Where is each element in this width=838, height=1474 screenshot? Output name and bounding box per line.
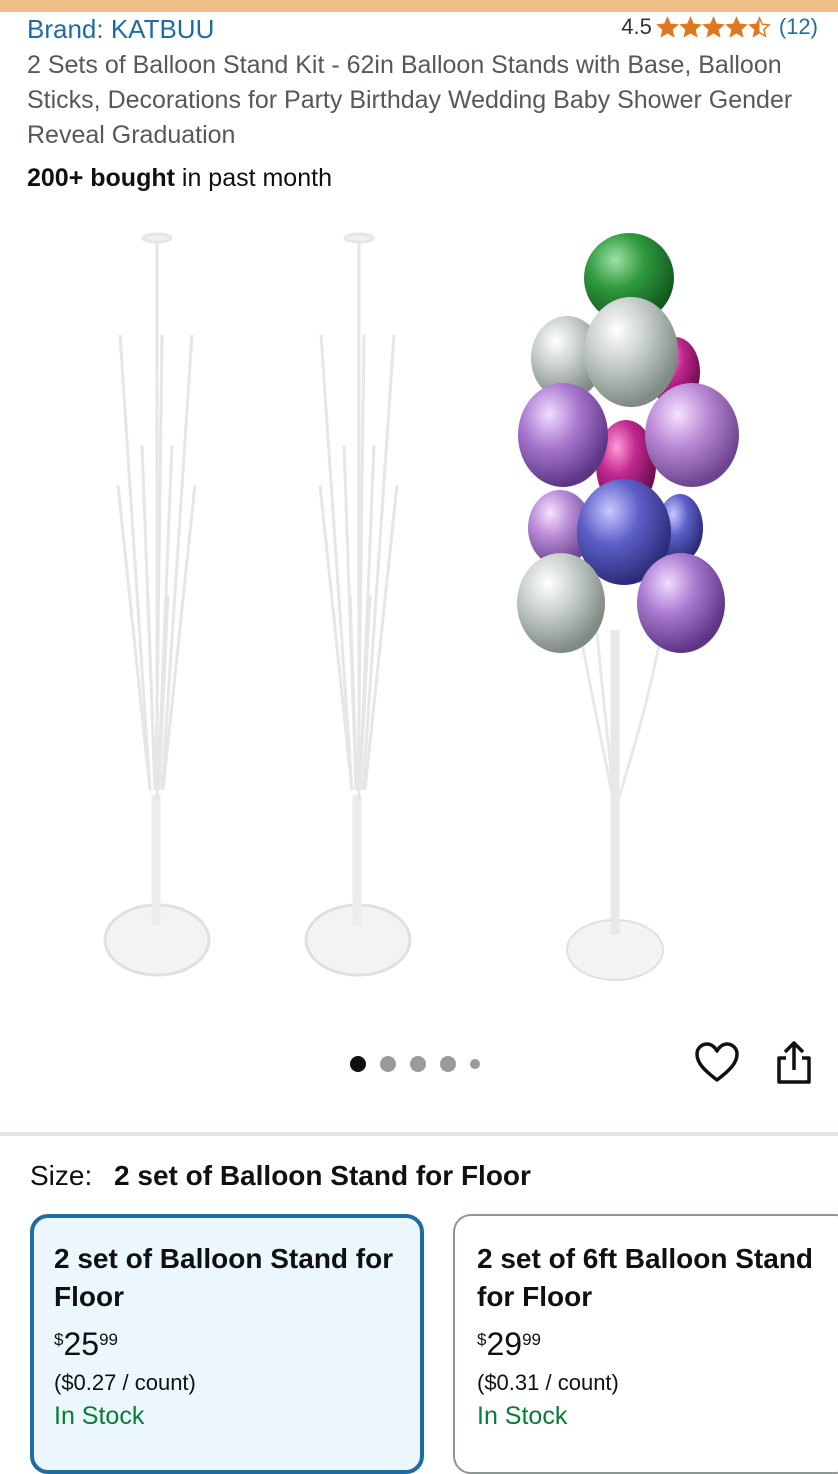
price-fraction: 99	[522, 1330, 541, 1349]
share-icon[interactable]	[772, 1040, 816, 1086]
star-icon	[725, 15, 748, 38]
bought-count-rest: in past month	[174, 164, 332, 192]
balloon-stand-2	[304, 232, 412, 977]
option-name: 2 set of Balloon Stand for Floor	[54, 1243, 394, 1312]
unit-price: ($0.27 / count)	[54, 1370, 196, 1395]
star-icon	[656, 15, 679, 38]
option-name: 2 set of 6ft Balloon Stand for Floor	[477, 1243, 814, 1312]
selected-size: 2 set of Balloon Stand for Floor	[114, 1160, 531, 1191]
stock-status: In Stock	[54, 1402, 145, 1430]
product-title: 2 Sets of Balloon Stand Kit - 62in Ballo…	[27, 51, 793, 149]
carousel-dot[interactable]	[440, 1056, 456, 1072]
option-price: $ 25 99	[54, 1326, 400, 1362]
carousel-dot[interactable]	[350, 1056, 366, 1072]
size-option-2-set-balloon-stand[interactable]: 2 set of Balloon Stand for Floor $ 25 99…	[30, 1214, 424, 1474]
image-carousel-dots[interactable]	[350, 1056, 480, 1072]
size-selector-header: Size: 2 set of Balloon Stand for Floor	[30, 1160, 531, 1192]
rating-count[interactable]: (12)	[779, 14, 818, 40]
price-currency: $	[477, 1330, 487, 1349]
carousel-dot[interactable]	[410, 1056, 426, 1072]
top-accent-bar	[0, 0, 838, 12]
brand-link[interactable]: Brand: KATBUU	[27, 14, 214, 45]
rating-summary[interactable]: 4.5 (12)	[621, 14, 818, 40]
option-price: $ 29 99	[477, 1326, 829, 1362]
heart-icon[interactable]	[694, 1040, 740, 1086]
balloon-bouquet	[517, 233, 739, 981]
bought-count-bold: 200+ bought	[27, 164, 175, 192]
section-divider	[0, 1132, 838, 1136]
price-whole: 29	[486, 1326, 523, 1362]
price-currency: $	[54, 1330, 64, 1349]
price-fraction: 99	[99, 1330, 118, 1349]
star-icon	[679, 15, 702, 38]
carousel-dot[interactable]	[380, 1056, 396, 1072]
size-label: Size:	[30, 1160, 93, 1191]
product-image[interactable]	[0, 210, 838, 1030]
bought-count: 200+ bought in past month	[27, 164, 332, 193]
unit-price: ($0.31 / count)	[477, 1370, 619, 1395]
star-rating-icon	[656, 15, 771, 39]
rating-value: 4.5	[621, 14, 652, 39]
balloon-stand-1	[103, 232, 211, 977]
star-icon	[702, 15, 725, 38]
star-icon	[748, 15, 771, 38]
price-whole: 25	[63, 1326, 100, 1362]
carousel-dot[interactable]	[470, 1059, 480, 1069]
size-option-2-set-6ft-balloon-stand[interactable]: 2 set of 6ft Balloon Stand for Floor $ 2…	[453, 1214, 838, 1474]
stock-status: In Stock	[477, 1402, 568, 1430]
